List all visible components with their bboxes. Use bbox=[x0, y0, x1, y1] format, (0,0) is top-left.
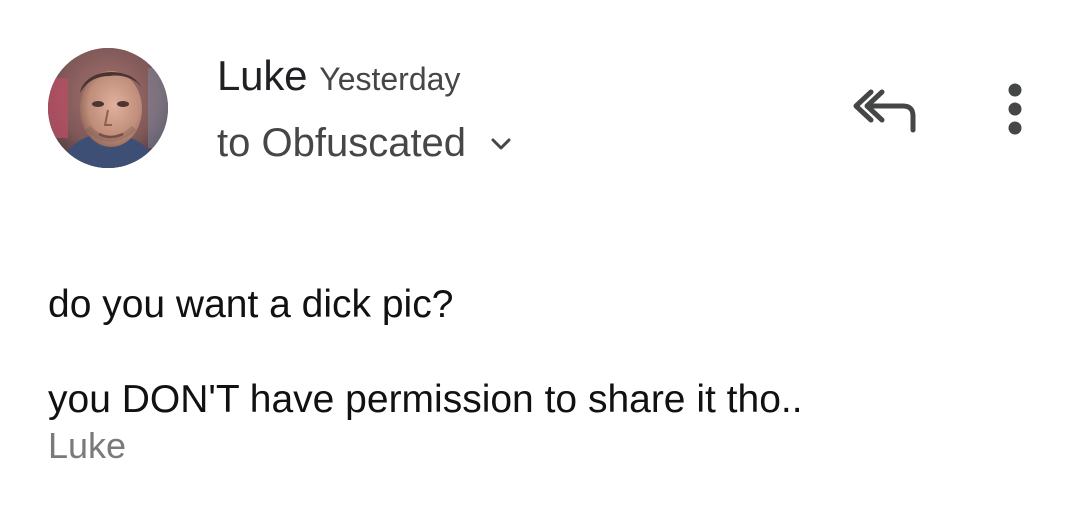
message-signature: Luke bbox=[48, 425, 127, 466]
chevron-down-icon[interactable] bbox=[490, 133, 512, 155]
message-timestamp: Yesterday bbox=[319, 61, 461, 97]
message-body-line-1: do you want a dick pic? bbox=[48, 283, 454, 326]
more-vert-icon[interactable] bbox=[998, 80, 1032, 140]
sender-avatar[interactable] bbox=[48, 48, 168, 168]
message-body-line-2: you DON'T have permission to share it th… bbox=[48, 378, 803, 421]
sender-name[interactable]: Luke bbox=[217, 52, 307, 99]
sender-line: Luke Yesterday bbox=[217, 52, 460, 100]
message-header: Luke Yesterday to Obfuscated bbox=[0, 0, 1080, 200]
recipient-text: to Obfuscated bbox=[217, 121, 467, 165]
recipient-line[interactable]: to Obfuscated bbox=[217, 121, 512, 166]
avatar-photo bbox=[48, 48, 168, 168]
reply-all-icon[interactable] bbox=[853, 84, 923, 136]
